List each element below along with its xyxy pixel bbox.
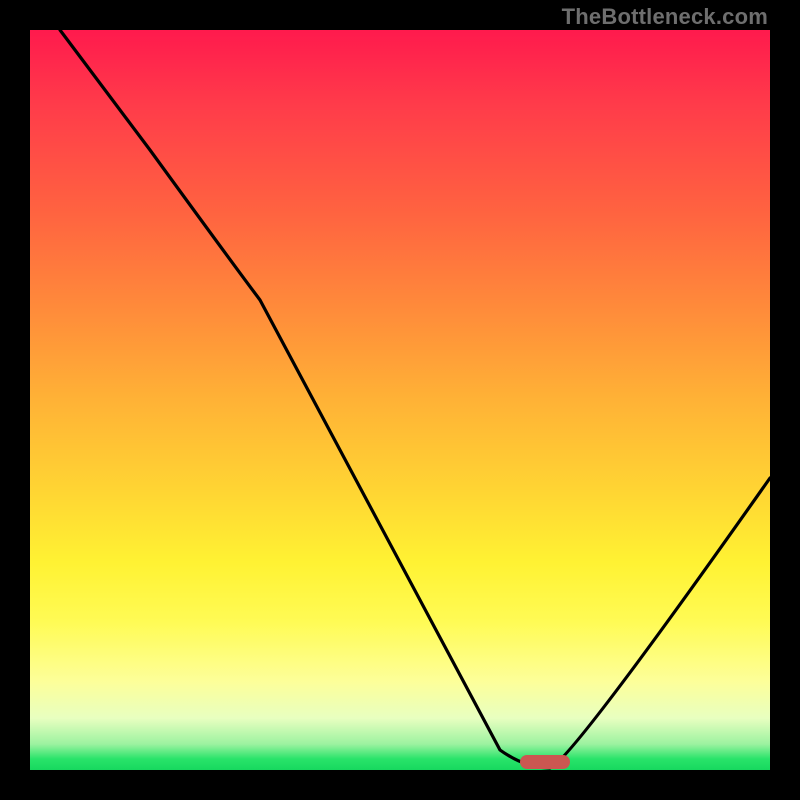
bottleneck-curve <box>60 30 770 768</box>
curve-svg <box>30 30 770 770</box>
chart-frame: TheBottleneck.com <box>0 0 800 800</box>
optimal-marker <box>520 755 570 769</box>
plot-area <box>30 30 770 770</box>
watermark-text: TheBottleneck.com <box>562 4 768 30</box>
